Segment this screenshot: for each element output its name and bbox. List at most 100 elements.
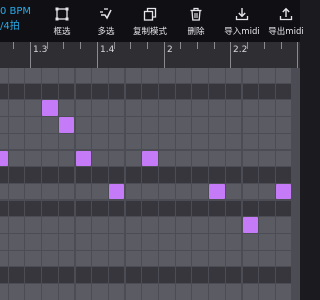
grid-cell[interactable] (225, 83, 242, 100)
grid-cell[interactable] (175, 68, 192, 83)
grid-cell[interactable] (159, 117, 175, 133)
grid-cell[interactable] (0, 250, 8, 267)
midi-note[interactable] (275, 183, 292, 200)
grid-cell[interactable] (75, 100, 91, 116)
grid-cell[interactable] (108, 100, 125, 116)
grid-cell[interactable] (25, 217, 41, 233)
grid-cell[interactable] (125, 167, 142, 183)
grid-cell[interactable] (275, 234, 292, 250)
box-select-button[interactable]: 框选 (40, 0, 84, 42)
grid-cell[interactable] (159, 250, 175, 267)
grid-cell[interactable] (108, 150, 125, 166)
grid-cell[interactable] (142, 217, 158, 233)
grid-cell[interactable] (42, 117, 58, 133)
grid-cell[interactable] (242, 234, 258, 250)
grid-cell[interactable] (42, 284, 58, 300)
grid-cell[interactable] (275, 250, 292, 267)
piano-roll-grid[interactable] (0, 68, 300, 300)
grid-cell[interactable] (25, 183, 41, 200)
grid-cell[interactable] (259, 83, 275, 100)
grid-cell[interactable] (92, 83, 108, 100)
timeline-ruler[interactable]: 1.31.422.22 (0, 42, 300, 68)
grid-cell[interactable] (275, 83, 292, 100)
grid-cell[interactable] (25, 83, 41, 100)
grid-cell[interactable] (75, 117, 91, 133)
grid-cell[interactable] (142, 117, 158, 133)
grid-cell[interactable] (259, 117, 275, 133)
grid-cell[interactable] (175, 217, 192, 233)
grid-cell[interactable] (25, 133, 41, 150)
grid-cell[interactable] (175, 284, 192, 300)
export-midi-button[interactable]: 导出midi (264, 0, 308, 42)
grid-cell[interactable] (0, 200, 8, 217)
midi-note[interactable] (142, 150, 158, 166)
grid-cell[interactable] (259, 267, 275, 283)
grid-cell[interactable] (275, 267, 292, 283)
grid-cell[interactable] (242, 150, 258, 166)
grid-cell[interactable] (175, 117, 192, 133)
multi-select-button[interactable]: 多选 (84, 0, 128, 42)
grid-cell[interactable] (0, 117, 8, 133)
grid-cell[interactable] (58, 100, 75, 116)
grid-cell[interactable] (159, 234, 175, 250)
grid-cell[interactable] (209, 83, 225, 100)
grid-cell[interactable] (275, 167, 292, 183)
midi-note[interactable] (108, 183, 125, 200)
grid-cell[interactable] (75, 217, 91, 233)
grid-cell[interactable] (75, 250, 91, 267)
grid-cell[interactable] (209, 234, 225, 250)
time-signature-readout[interactable]: /4拍 (0, 21, 20, 33)
grid-cell[interactable] (225, 250, 242, 267)
grid-cell[interactable] (108, 284, 125, 300)
grid-cell[interactable] (225, 100, 242, 116)
grid-cell[interactable] (0, 133, 8, 150)
grid-cell[interactable] (42, 150, 58, 166)
grid-cell[interactable] (0, 217, 8, 233)
grid-cell[interactable] (92, 234, 108, 250)
grid-cell[interactable] (92, 150, 108, 166)
grid-cell[interactable] (142, 68, 158, 83)
grid-cell[interactable] (0, 83, 8, 100)
grid-cell[interactable] (159, 267, 175, 283)
midi-note[interactable] (42, 100, 58, 116)
grid-cell[interactable] (108, 68, 125, 83)
grid-cell[interactable] (242, 100, 258, 116)
grid-cell[interactable] (175, 234, 192, 250)
grid-cell[interactable] (175, 183, 192, 200)
grid-cell[interactable] (92, 133, 108, 150)
grid-cell[interactable] (25, 167, 41, 183)
midi-note[interactable] (209, 183, 225, 200)
grid-cell[interactable] (8, 267, 25, 283)
grid-cell[interactable] (75, 68, 91, 83)
grid-cell[interactable] (242, 250, 258, 267)
grid-cell[interactable] (8, 284, 25, 300)
grid-cell[interactable] (259, 183, 275, 200)
grid-cell[interactable] (259, 234, 275, 250)
grid-cell[interactable] (92, 267, 108, 283)
grid-cell[interactable] (125, 267, 142, 283)
grid-cell[interactable] (0, 234, 8, 250)
grid-cell[interactable] (75, 133, 91, 150)
grid-cell[interactable] (192, 68, 208, 83)
grid-cell[interactable] (25, 250, 41, 267)
grid-cell[interactable] (159, 83, 175, 100)
grid-cell[interactable] (142, 100, 158, 116)
grid-cell[interactable] (108, 200, 125, 217)
grid-cell[interactable] (8, 250, 25, 267)
midi-note[interactable] (0, 150, 8, 166)
grid-cell[interactable] (25, 100, 41, 116)
grid-cell[interactable] (142, 200, 158, 217)
grid-cell[interactable] (25, 284, 41, 300)
grid-cell[interactable] (225, 200, 242, 217)
grid-cell[interactable] (242, 68, 258, 83)
grid-cell[interactable] (142, 133, 158, 150)
grid-cell[interactable] (175, 83, 192, 100)
grid-cell[interactable] (42, 83, 58, 100)
grid-cell[interactable] (8, 133, 25, 150)
grid-cell[interactable] (42, 167, 58, 183)
grid-cell[interactable] (8, 83, 25, 100)
grid-cell[interactable] (58, 234, 75, 250)
grid-cell[interactable] (0, 68, 8, 83)
grid-cell[interactable] (192, 250, 208, 267)
grid-cell[interactable] (159, 150, 175, 166)
